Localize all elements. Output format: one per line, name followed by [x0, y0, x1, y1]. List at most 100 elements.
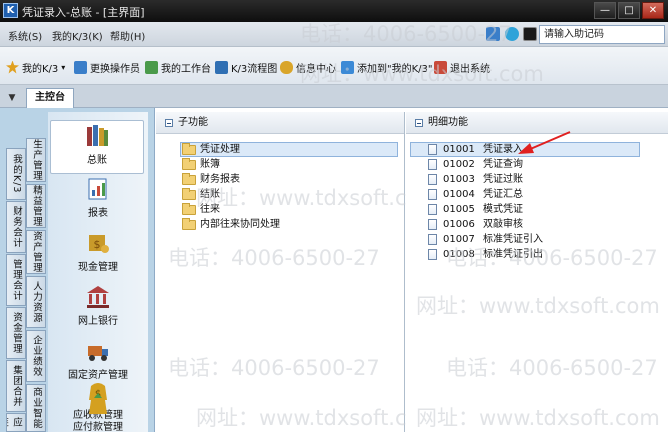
module-cash[interactable]: $ 现金管理: [48, 228, 148, 282]
folder-icon: [182, 142, 196, 155]
menu-help[interactable]: 帮助(H): [110, 28, 145, 43]
sidebar-tab-asset[interactable]: 资产管理: [26, 230, 46, 274]
watermark-phone: 电话：4006-6500-27: [168, 356, 380, 380]
svg-text:$: $: [94, 238, 101, 251]
maximize-button[interactable]: □: [618, 2, 640, 19]
detail-code: 01003: [443, 174, 475, 185]
detail-panel: 明细功能 01001 凭证录入 01002 凭证查询 01003 凭证过账 01004…: [406, 112, 668, 432]
tab-dropdown-icon[interactable]: ▼: [5, 92, 19, 105]
module-report[interactable]: 报表: [48, 174, 148, 228]
sidebar-tab-lean[interactable]: 精益管理: [26, 184, 46, 228]
toolbar-label: K/3流程图: [231, 63, 278, 75]
collapse-icon[interactable]: [415, 119, 423, 127]
watermark-site: 网址：www.tdxsoft.com: [300, 62, 544, 86]
report-icon: [88, 178, 107, 200]
annotation-arrow-icon: [518, 131, 571, 154]
window-title: 凭证录入-总账 - [主界面]: [22, 6, 145, 19]
module-label: 网上银行: [78, 316, 118, 327]
sidebar-tab-supply-chain[interactable]: 供应链: [6, 413, 26, 432]
message-icon: [280, 60, 293, 74]
cash-icon: $: [89, 235, 109, 253]
detail-item-01005[interactable]: 01005 模式凭证: [428, 202, 668, 217]
detail-label: 凭证汇总: [483, 189, 523, 200]
toolbar-label: 我的K/3: [22, 63, 59, 75]
detail-label: 模式凭证: [483, 204, 523, 215]
detail-code: 01006: [443, 219, 475, 230]
folder-icon: [182, 157, 196, 170]
document-icon: [428, 174, 437, 185]
star-icon: [6, 60, 19, 74]
close-button[interactable]: ✕: [642, 2, 664, 19]
document-icon: [428, 234, 437, 245]
collapse-icon[interactable]: [165, 119, 173, 127]
online-bank-icon: [87, 286, 109, 308]
avatar[interactable]: [523, 27, 537, 41]
detail-label: 凭证查询: [483, 159, 523, 170]
workbench-icon: [145, 60, 158, 74]
module-online-bank[interactable]: 网上银行: [48, 282, 148, 336]
module-payable[interactable]: 应付款管理: [48, 393, 148, 433]
toolbar-flowchart-button[interactable]: K/3流程图: [215, 59, 277, 75]
detail-label: 凭证过账: [483, 174, 523, 185]
detail-item-01006[interactable]: 01006 双敲审核: [428, 217, 668, 232]
search-input[interactable]: 请输入助记码: [539, 25, 665, 44]
module-list: 总账 报表 $ 现金管理 网上银行 固定资产管理 $ 应收款管理 应付款管理: [48, 112, 148, 433]
watermark-phone: 电话：4006-6500-27: [446, 356, 658, 380]
document-icon: [428, 144, 437, 155]
document-icon: [428, 189, 437, 200]
watermark-phone: 电话：4006-6500-27: [446, 246, 658, 270]
folder-icon: [182, 217, 196, 230]
module-label: 应付款管理: [73, 422, 123, 433]
detail-code: 01005: [443, 204, 475, 215]
tab-strip: [0, 85, 668, 108]
sidebar-tab-fund[interactable]: 资金管理: [6, 307, 26, 359]
subfunction-label: 凭证处理: [200, 144, 240, 155]
detail-title: 明细功能: [428, 117, 468, 128]
sidebar-tab-group[interactable]: 集团合并: [6, 360, 26, 412]
user-switch-icon: [74, 60, 87, 74]
subfunction-title: 子功能: [178, 117, 208, 128]
sidebar-tab-my-k3[interactable]: 我的K/3: [6, 148, 26, 200]
sidebar-tab-production[interactable]: 生产管理: [26, 138, 46, 182]
sidebar-tab-hr[interactable]: 人力资源: [26, 276, 46, 328]
detail-item-01002[interactable]: 01002 凭证查询: [428, 157, 668, 172]
subfunction-label: 内部往来协同处理: [200, 219, 280, 230]
folder-icon: [182, 202, 196, 215]
minimize-button[interactable]: —: [594, 2, 616, 19]
toolbar-my-k3-button[interactable]: 我的K/3 ▾: [6, 59, 65, 75]
module-label: 总账: [87, 155, 107, 166]
sidebar-tab-bi[interactable]: 商业智能: [26, 384, 46, 432]
toolbar-workbench-button[interactable]: 我的工作台: [145, 59, 211, 75]
subfunction-panel: 子功能 凭证处理 账簿 财务报表 结账 往来 内部往来协同处理 电话：4006-…: [156, 112, 440, 432]
tab-main-console[interactable]: 主控台: [26, 88, 74, 108]
app-logo-icon: K: [3, 3, 18, 18]
document-icon: [428, 249, 437, 260]
detail-label: 双敲审核: [483, 219, 523, 230]
detail-item-01004[interactable]: 01004 凭证汇总: [428, 187, 668, 202]
subfunction-item-internal-collab[interactable]: 内部往来协同处理: [182, 217, 404, 232]
sidebar-tab-management-accounting[interactable]: 管理会计: [6, 254, 26, 306]
document-icon: [428, 159, 437, 170]
menu-my-k3[interactable]: 我的K/3(K): [52, 28, 103, 43]
sidebar-tab-performance[interactable]: 企业绩效: [26, 330, 46, 382]
detail-item-01003[interactable]: 01003 凭证过账: [428, 172, 668, 187]
flowchart-icon: [215, 60, 228, 74]
ledger-books-icon: [87, 125, 108, 146]
module-general-ledger[interactable]: 总账: [50, 120, 144, 174]
toolbar-label: 我的工作台: [161, 63, 211, 75]
detail-code: 01004: [443, 189, 475, 200]
toolbar-switch-user-button[interactable]: 更换操作员: [74, 59, 140, 75]
folder-icon: [182, 172, 196, 185]
folder-icon: [182, 187, 196, 200]
module-label: 现金管理: [78, 262, 118, 273]
document-icon: [428, 219, 437, 230]
subfunction-item-ledger[interactable]: 账簿: [182, 157, 404, 172]
sidebar-tab-finance[interactable]: 财务会计: [6, 201, 26, 253]
detail-code: 01001: [443, 144, 475, 155]
document-icon: [428, 204, 437, 215]
subfunction-label: 账簿: [200, 159, 220, 170]
watermark-site: 网址：www.tdxsoft.com: [196, 186, 440, 210]
subfunction-item-voucher[interactable]: 凭证处理: [180, 142, 398, 157]
menu-system[interactable]: 系统(S): [8, 28, 42, 43]
module-label: 报表: [88, 208, 108, 219]
